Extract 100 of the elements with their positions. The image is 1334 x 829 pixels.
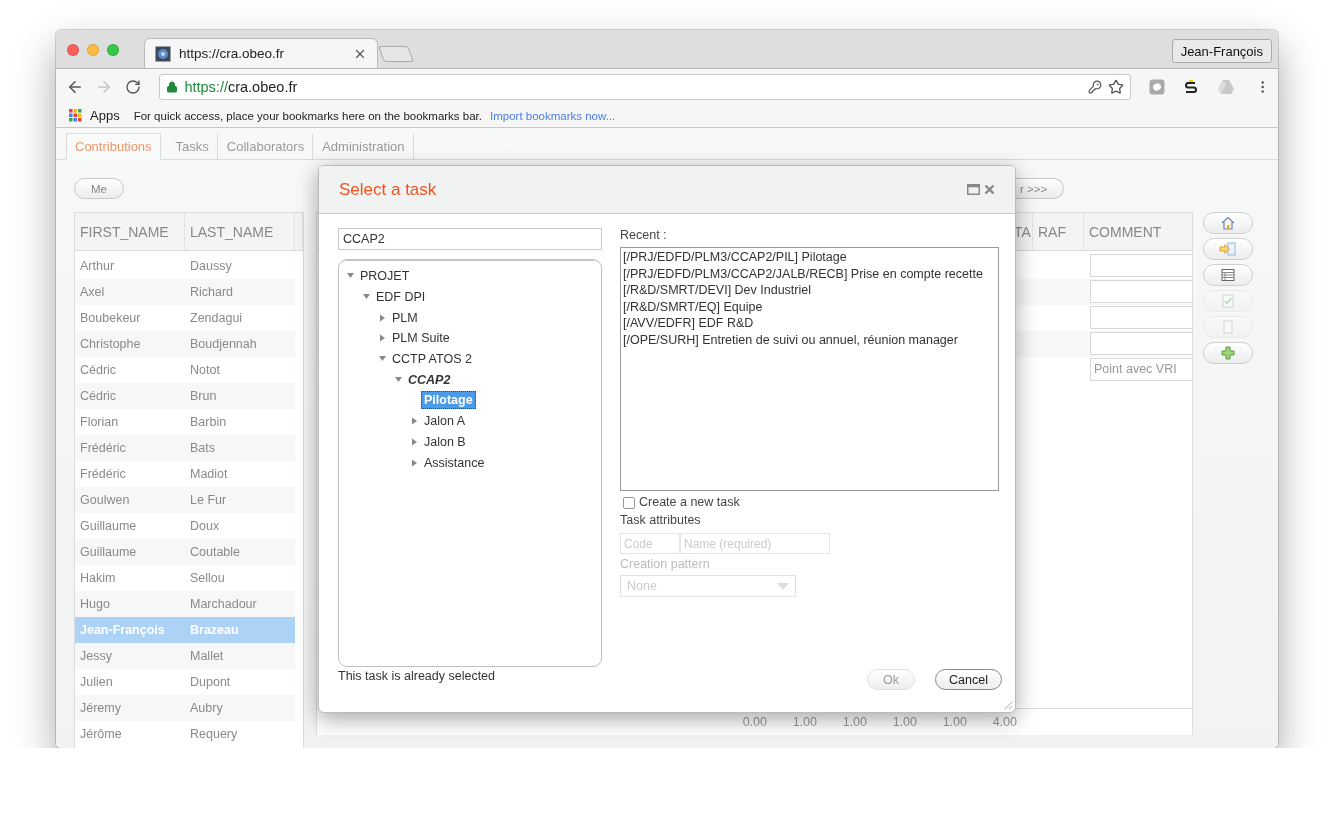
tree-item[interactable]: CCTP ATOS 2 <box>389 350 475 369</box>
column-header[interactable]: FIRST_NAME <box>75 213 185 250</box>
tree-item[interactable]: PLM Suite <box>389 329 453 348</box>
column-header[interactable]: RAF <box>1033 213 1084 250</box>
tree-item[interactable]: EDF DPI <box>373 288 429 307</box>
plus-button[interactable] <box>1203 342 1253 364</box>
me-button[interactable]: Me <box>74 178 124 199</box>
checkbox[interactable] <box>623 497 635 509</box>
browser-tab[interactable]: https://cra.obeo.fr <box>144 38 378 68</box>
maximize-icon[interactable] <box>967 184 980 195</box>
total-value: 4.00 <box>991 715 1017 729</box>
comment-field[interactable]: Point avec VRI <box>1090 358 1192 381</box>
table-cell-text: Madiot <box>189 466 229 483</box>
app-tab[interactable]: Contributions <box>66 133 161 160</box>
recent-item[interactable]: [/OPE/SURH] Entretien de suivi ou annuel, réunion manager <box>623 331 996 349</box>
tree-item[interactable]: Pilotage <box>421 391 476 410</box>
tree-item[interactable]: Assistance <box>421 453 488 472</box>
dialog-button[interactable]: Cancel <box>935 669 1002 690</box>
page-icon <box>1220 319 1236 335</box>
comment-field[interactable] <box>1090 280 1192 303</box>
import-bookmarks-link[interactable]: Import bookmarks now... <box>490 109 616 122</box>
address-bar[interactable]: https://cra.obeo.fr <box>159 73 1131 100</box>
table-cell-text: Frédéric <box>79 466 127 483</box>
table-cell-text: Barbin <box>189 414 228 431</box>
table-button[interactable] <box>1203 264 1253 286</box>
next-button[interactable]: r >>> <box>1016 178 1065 199</box>
resize-grip-icon[interactable] <box>1003 700 1013 710</box>
recent-item[interactable]: [/PRJ/EDFD/PLM3/CCAP2/JALB/RECB] Prise en compte recette <box>623 265 996 283</box>
recent-item[interactable]: [/R&D/SMRT/EQ] Equipe <box>623 298 996 316</box>
table-cell-text: Cédric <box>79 388 118 405</box>
tree-item[interactable]: Jalon B <box>421 432 469 451</box>
column-header[interactable]: COMMENT <box>1084 213 1192 250</box>
table-cell-text: Axel <box>79 284 106 301</box>
table-cell-text: Marchadour <box>189 596 258 613</box>
recent-item[interactable]: [/AVV/EDFR] EDF R&D <box>623 315 996 332</box>
new-tab-button[interactable] <box>378 46 414 62</box>
apps-icon[interactable] <box>69 109 82 122</box>
table-icon <box>1220 267 1236 283</box>
table-row[interactable]: Guillaume Coutable <box>75 539 295 565</box>
comment-field[interactable] <box>1090 332 1192 355</box>
recent-label: Recent : <box>620 228 668 244</box>
table-row[interactable]: Jessy Mallet <box>75 643 295 669</box>
star-icon[interactable] <box>1107 78 1124 95</box>
close-window-button[interactable] <box>67 44 79 56</box>
total-value: 1.00 <box>891 715 917 729</box>
table-row[interactable]: Hugo Marchadour <box>75 591 295 617</box>
app-tab[interactable]: Collaborators <box>217 133 314 160</box>
table-cell-text: Frédéric <box>79 440 127 457</box>
table-cell-text: Notot <box>189 362 221 379</box>
total-value: 1.00 <box>791 715 817 729</box>
home-icon <box>1220 215 1236 231</box>
table-cell-text: Richard <box>189 284 235 301</box>
tree-item[interactable]: PROJET <box>357 267 413 286</box>
table-cell-text: Cédric <box>79 362 118 379</box>
expanded-arrow-icon[interactable] <box>393 374 405 385</box>
bookmarks-hint: For quick access, place your bookmarks here on the bookmarks bar. <box>133 109 482 122</box>
table-cell-text: Jéremy <box>79 700 122 717</box>
table-cell-text: Mallet <box>189 648 225 665</box>
home-button[interactable] <box>1203 212 1253 234</box>
table-row[interactable]: Goulwen Le Fur <box>75 487 295 513</box>
table-row[interactable]: Frédéric Bats <box>75 435 295 461</box>
apps-label[interactable]: Apps <box>90 108 120 123</box>
column-header[interactable]: LAST_NAME <box>185 213 295 250</box>
close-icon[interactable] <box>984 184 995 195</box>
table-cell-text: Le Fur <box>189 492 228 509</box>
zoom-window-button[interactable] <box>107 44 119 56</box>
recent-item[interactable]: [/R&D/SMRT/DEVI] Dev Industriel <box>623 282 996 299</box>
tree-item[interactable]: Jalon A <box>421 412 468 431</box>
minimize-window-button[interactable] <box>87 44 99 56</box>
table-cell-text: Aubry <box>189 700 224 717</box>
task-attributes-label: Task attributes <box>620 513 702 529</box>
recent-item[interactable]: [/PRJ/EDFD/PLM3/CCAP2/PIL] Pilotage <box>623 249 996 266</box>
table-row[interactable]: Christophe Boudjennah <box>75 331 295 357</box>
table-cell-text: Jessy <box>79 648 113 665</box>
table-cell-text: Arthur <box>79 258 116 275</box>
app-tab[interactable]: Administration <box>313 133 414 160</box>
plus-icon <box>1220 345 1236 361</box>
table-cell-text: Julien <box>79 674 114 691</box>
table-row[interactable]: Jéremy Aubry <box>75 695 295 721</box>
table-cell-text: Guillaume <box>79 518 138 535</box>
checkbox-label[interactable]: Create a new task <box>639 495 740 511</box>
table-cell-text: Boubekeur <box>79 310 142 327</box>
tab-title: https://cra.obeo.fr <box>179 46 286 61</box>
tree-item[interactable]: CCAP2 <box>405 370 454 389</box>
table-row[interactable]: Axel Richard <box>75 279 295 305</box>
table-cell-text: Requery <box>189 726 239 743</box>
search-field[interactable]: CCAP2 <box>338 228 602 250</box>
extension-icon[interactable] <box>1148 78 1165 95</box>
table-cell-text: Bats <box>189 440 216 457</box>
table-cell-text: Sellou <box>189 570 226 587</box>
total-value: 1.00 <box>841 715 867 729</box>
checked-page-icon <box>1220 293 1236 309</box>
comment-field[interactable] <box>1090 306 1192 329</box>
app-tab[interactable]: Tasks <box>166 133 218 160</box>
s-logo-icon[interactable] <box>1182 78 1199 95</box>
profile-button[interactable]: Jean-François <box>1171 39 1272 63</box>
tree-item[interactable]: PLM <box>389 308 421 327</box>
comment-field[interactable] <box>1090 254 1192 277</box>
table-row[interactable]: Cédric Brun <box>75 383 295 409</box>
key-icon[interactable] <box>1087 79 1102 94</box>
